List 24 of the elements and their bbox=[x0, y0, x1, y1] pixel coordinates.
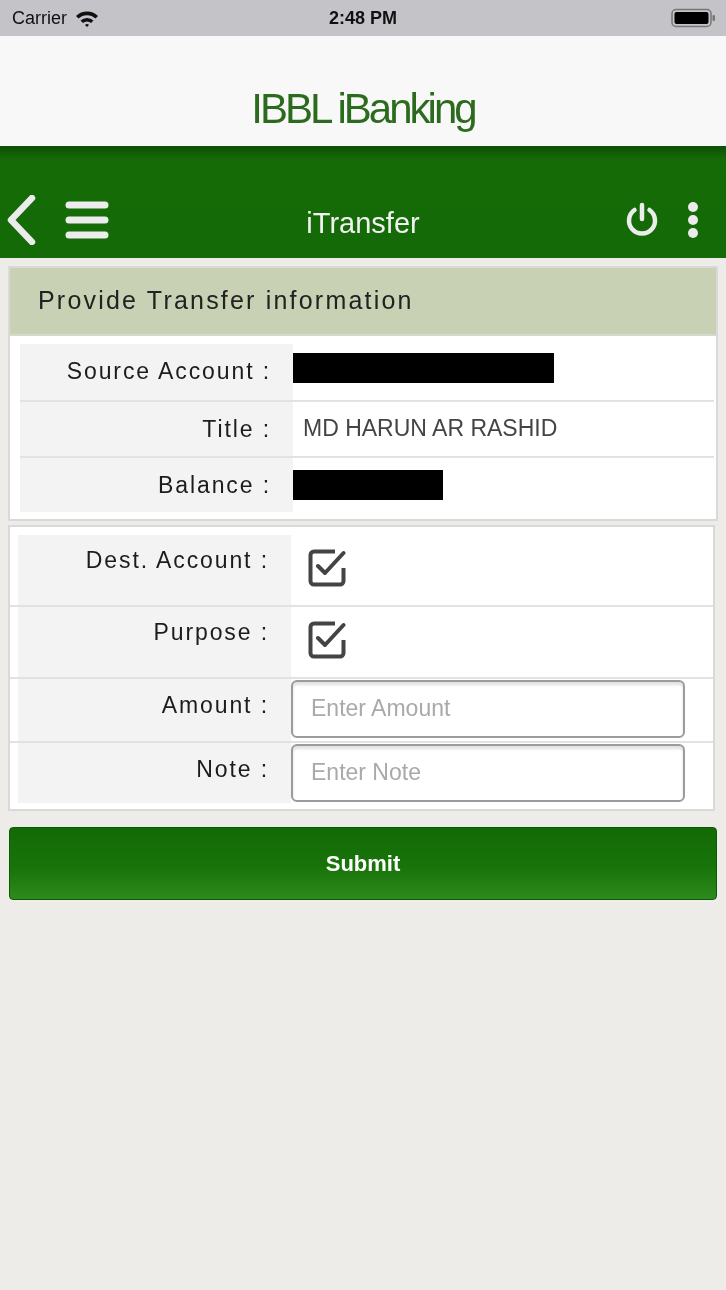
menu-icon[interactable] bbox=[65, 201, 109, 239]
carrier-label: Carrier bbox=[12, 6, 67, 30]
field-label: Title : bbox=[20, 401, 293, 456]
field-value: MD HARUN AR RASHID bbox=[303, 414, 558, 444]
submit-button[interactable]: Submit bbox=[9, 826, 717, 900]
section-header: Provide Transfer information bbox=[10, 268, 716, 336]
field-label: Note : bbox=[18, 742, 291, 803]
field-label: Amount : bbox=[18, 678, 291, 741]
field-label: Dest. Account : bbox=[18, 534, 291, 605]
input-field[interactable]: Enter Note bbox=[291, 743, 685, 802]
field-label: Balance : bbox=[20, 457, 293, 512]
field-label: Source Account : bbox=[20, 343, 293, 400]
app-logo: IBBL iBanking bbox=[251, 85, 475, 132]
status-time: 2:48 PM bbox=[329, 6, 397, 30]
checkbox[interactable] bbox=[308, 548, 346, 587]
checkbox[interactable] bbox=[308, 620, 346, 659]
input-field[interactable]: Enter Amount bbox=[291, 679, 685, 738]
page-title: iTransfer bbox=[306, 206, 420, 241]
battery-icon bbox=[671, 8, 716, 28]
power-icon[interactable] bbox=[624, 202, 660, 238]
back-icon[interactable] bbox=[6, 195, 36, 245]
wifi-icon bbox=[75, 9, 99, 27]
field-label: Purpose : bbox=[18, 606, 291, 677]
more-icon[interactable] bbox=[687, 202, 699, 238]
